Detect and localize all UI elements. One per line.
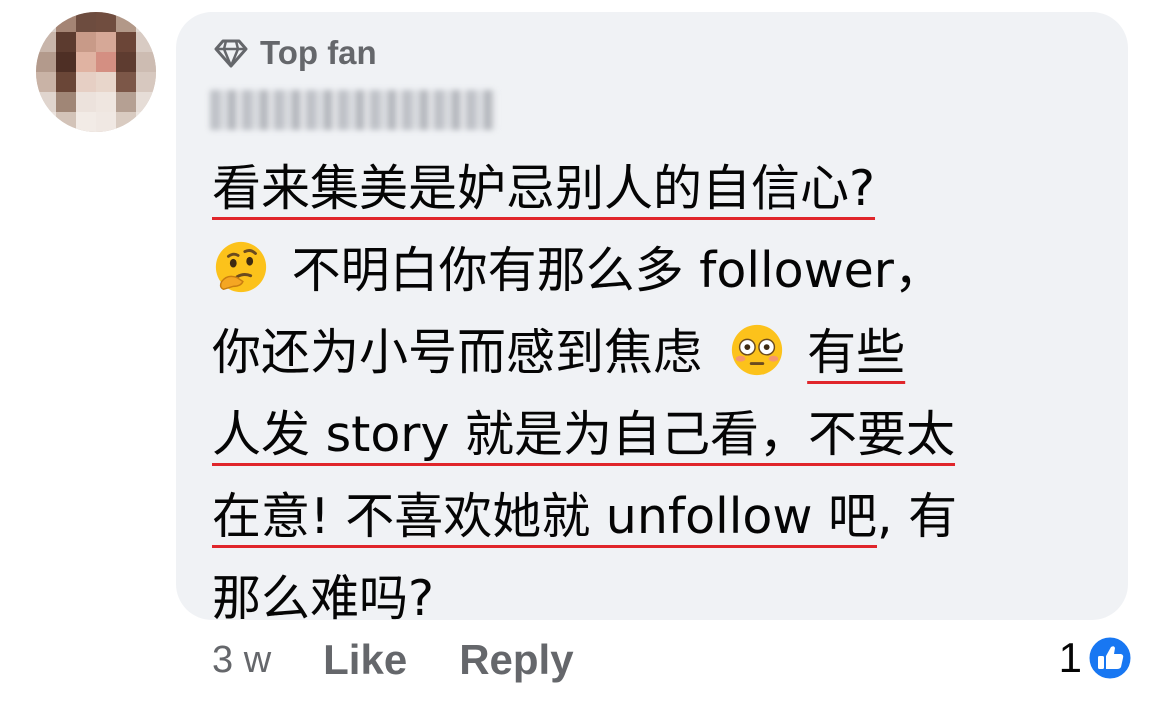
- comment-line-5: 在意! 不喜欢她就 unfollow 吧: [212, 488, 877, 545]
- reply-button[interactable]: Reply: [459, 636, 573, 684]
- avatar-pixelated-image: [36, 12, 156, 132]
- reaction-count: 1: [1058, 634, 1082, 681]
- comment-timestamp[interactable]: 3 w: [212, 639, 271, 682]
- reaction-summary[interactable]: 1: [1059, 634, 1134, 682]
- comment-line-1: 看来集美是妒忌别人的自信心?: [212, 160, 876, 217]
- diamond-icon: [214, 39, 248, 68]
- author-name-redacted[interactable]: [210, 90, 496, 130]
- comment-line-6: 那么难吗?: [212, 570, 435, 627]
- like-button[interactable]: Like: [323, 636, 407, 684]
- top-fan-badge: Top fan: [214, 34, 377, 72]
- comment-line-3: 你还为小号而感到焦虑: [212, 324, 703, 381]
- top-fan-label: Top fan: [260, 34, 377, 71]
- comment-line-4: 人发 story 就是为自己看，不要太: [212, 406, 956, 463]
- thinking-face-emoji-icon: [215, 241, 267, 293]
- flushed-face-emoji-icon: [731, 324, 782, 376]
- comment-line-5-tail: , 有: [877, 488, 958, 545]
- avatar[interactable]: [36, 12, 156, 132]
- like-reaction-icon: [1086, 634, 1134, 682]
- comment-text: 看来集美是妒忌别人的自信心? 不明白你有那么多 follower， 你还为小号而…: [212, 148, 1112, 640]
- comment-actions: 3 w Like Reply: [212, 636, 626, 684]
- comment-line-2: 不明白你有那么多 follower，: [291, 242, 943, 299]
- comment-bubble: Top fan 看来集美是妒忌别人的自信心? 不明白你有那么多 follower…: [176, 12, 1128, 627]
- comment-line-3-tail: 有些: [807, 324, 906, 381]
